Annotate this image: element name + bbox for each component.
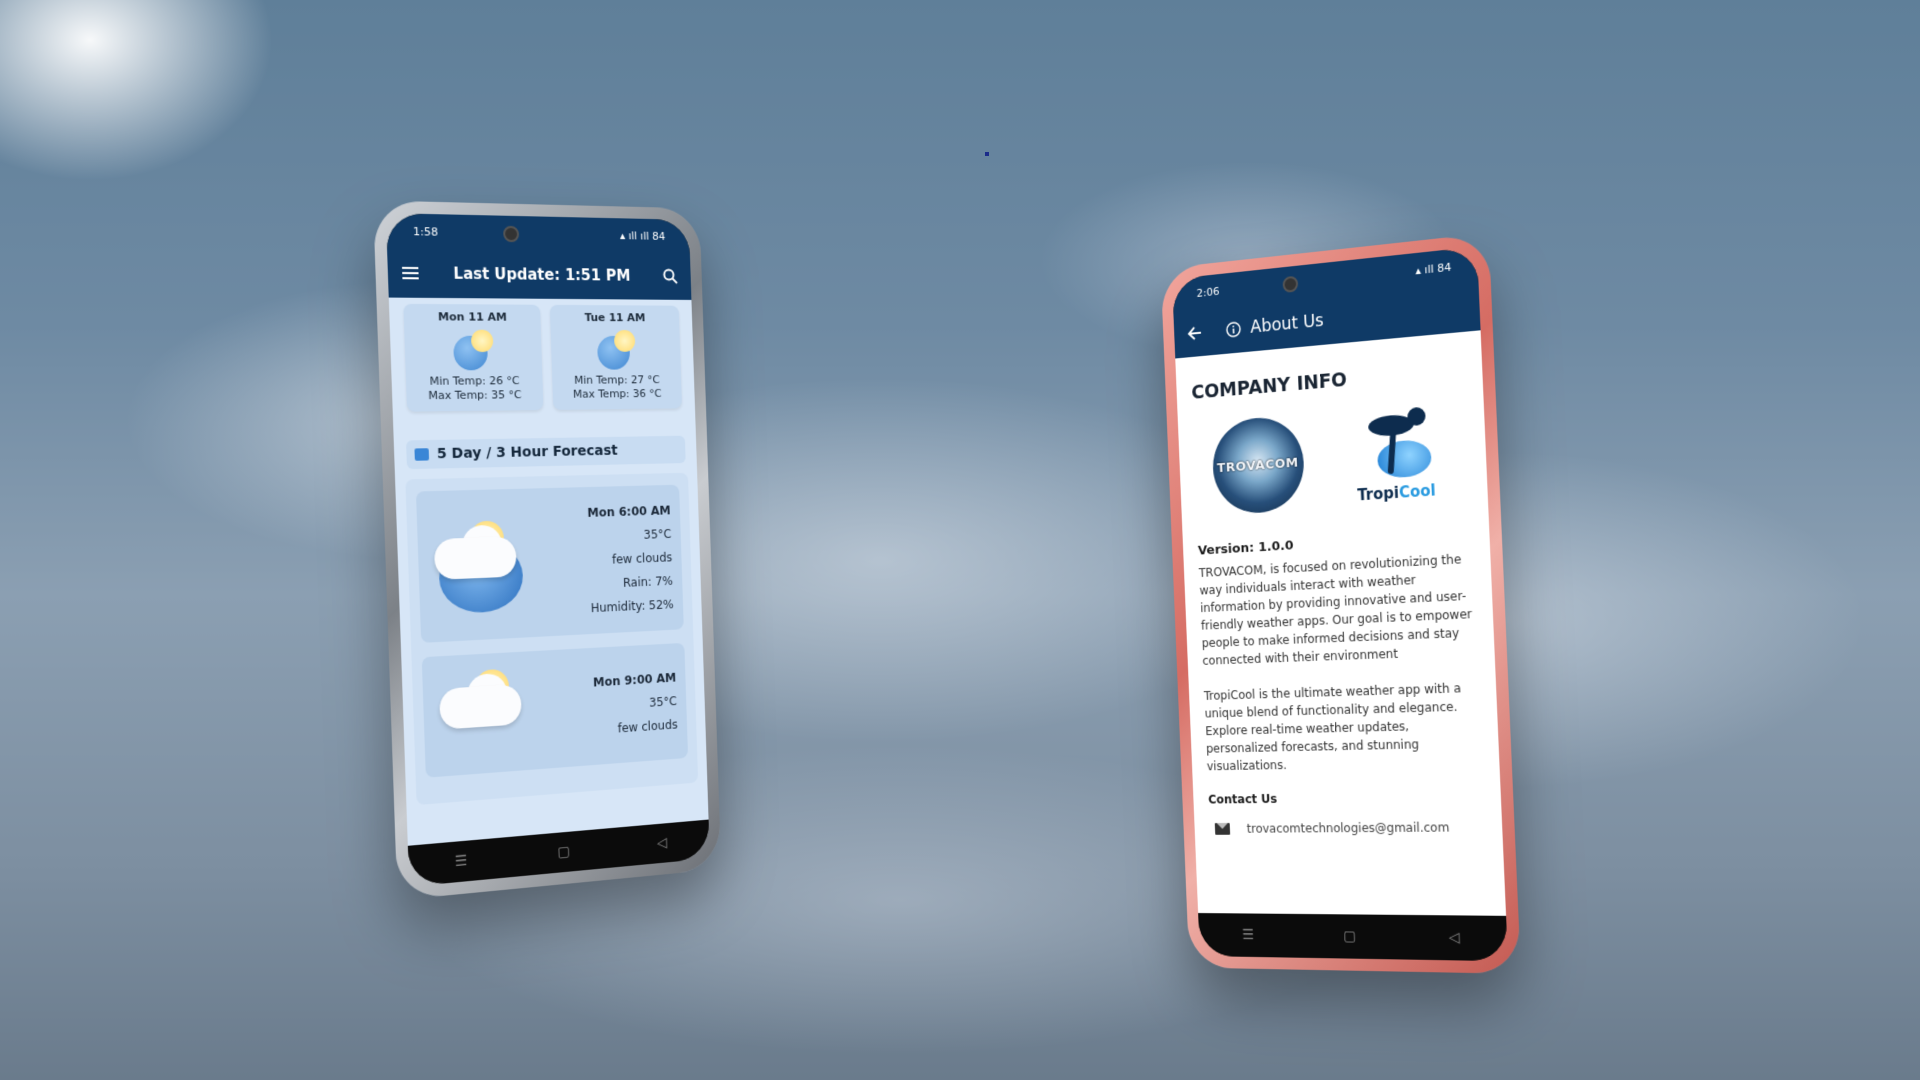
daily-card[interactable]: Mon 11 AM Min Temp: 26 °C Max Temp: 35 °… (403, 303, 544, 412)
section-title: 5 Day / 3 Hour Forecast (436, 442, 618, 463)
home-icon[interactable]: ▢ (557, 844, 570, 861)
daily-min: Min Temp: 26 °C (429, 374, 520, 388)
system-nav-bar: ☰ ▢ ◁ (1198, 913, 1509, 962)
forecast-desc: few clouds (617, 717, 678, 736)
forecast-time: Mon 6:00 AM (587, 503, 671, 520)
status-icons: ▴ ıll ıll 84 (619, 228, 666, 243)
contact-heading: Contact Us (1207, 791, 1278, 807)
left-phone: 1:58 ▴ ıll ıll 84 Last Update: 1:51 PM M… (373, 200, 722, 901)
email-link[interactable]: trovacomtechnologies@gmail.com (1246, 820, 1449, 835)
camera (502, 225, 519, 243)
forecast-humidity: Humidity: 52% (590, 597, 674, 616)
sun-cloud-icon (432, 665, 531, 762)
app-description: TropiCool is the ultimate weather app wi… (1203, 681, 1462, 774)
status-time: 1:58 (412, 224, 439, 239)
mail-icon (1214, 822, 1231, 835)
forecast-temp: 35°C (643, 527, 672, 542)
page-title: Last Update: 1:51 PM (453, 264, 631, 285)
daily-min: Min Temp: 27 °C (573, 373, 660, 387)
forecast-info: Mon 9:00 AM 35°C few clouds (593, 666, 678, 742)
email-row[interactable]: trovacomtechnologies@gmail.com (1214, 820, 1486, 836)
forecast-card[interactable]: Mon 9:00 AM 35°C few clouds (421, 642, 689, 778)
logos: TROVACOM TropiCool (1192, 389, 1472, 528)
recents-icon[interactable]: ☰ (455, 853, 468, 870)
back-icon[interactable]: ◁ (657, 835, 668, 852)
forecast-list: Mon 6:00 AM 35°C few clouds Rain: 7% Hum… (405, 472, 699, 806)
forecast-info: Mon 6:00 AM 35°C few clouds Rain: 7% Hum… (587, 499, 674, 620)
back-arrow-icon[interactable] (1187, 326, 1202, 341)
about-paragraph: TROVACOM, is focused on revolutionizing … (1198, 552, 1473, 668)
palm-icon (1353, 406, 1435, 482)
sun-cloud-icon (451, 329, 496, 371)
chart-icon (414, 448, 430, 461)
forecast-card[interactable]: Mon 6:00 AM 35°C few clouds Rain: 7% Hum… (415, 484, 684, 643)
daily-day: Mon 11 AM (437, 310, 507, 324)
right-phone: 2:06 ▴ ıll 84 About Us COMPANY INFO TROV… (1160, 232, 1521, 974)
status-icons: ▴ ıll 84 (1415, 259, 1452, 277)
about-content: COMPANY INFO TROVACOM TropiCool Version:… (1175, 330, 1507, 916)
tiny-dot (985, 152, 989, 156)
home-icon[interactable]: ▢ (1343, 928, 1357, 944)
sun-cloud-icon (427, 518, 526, 615)
page-title: About Us (1249, 310, 1325, 338)
right-screen: 2:06 ▴ ıll 84 About Us COMPANY INFO TROV… (1171, 246, 1509, 962)
forecast-section-header: 5 Day / 3 Hour Forecast (405, 435, 686, 470)
daily-max: Max Temp: 36 °C (572, 387, 662, 401)
tropicool-logo: TropiCool (1339, 405, 1452, 506)
forecast-desc: few clouds (611, 550, 673, 567)
back-icon[interactable]: ◁ (1448, 930, 1460, 947)
daily-card[interactable]: Tue 11 AM Min Temp: 27 °C Max Temp: 36 °… (549, 304, 683, 410)
recents-icon[interactable]: ☰ (1242, 927, 1254, 943)
info-icon (1226, 321, 1242, 338)
left-screen: 1:58 ▴ ıll ıll 84 Last Update: 1:51 PM M… (385, 213, 710, 887)
app-bar: Last Update: 1:51 PM (387, 248, 692, 300)
daily-day: Tue 11 AM (584, 311, 646, 325)
search-icon[interactable] (663, 268, 678, 284)
status-time: 2:06 (1196, 284, 1220, 300)
menu-icon[interactable] (402, 266, 419, 281)
trovacom-logo: TROVACOM (1210, 414, 1306, 516)
status-bar: 1:58 ▴ ıll ıll 84 (385, 213, 690, 254)
daily-max: Max Temp: 35 °C (428, 388, 522, 403)
daily-row: Mon 11 AM Min Temp: 26 °C Max Temp: 35 °… (389, 298, 695, 418)
weather-content: Mon 11 AM Min Temp: 26 °C Max Temp: 35 °… (388, 297, 709, 846)
sun-cloud-icon (595, 330, 638, 370)
